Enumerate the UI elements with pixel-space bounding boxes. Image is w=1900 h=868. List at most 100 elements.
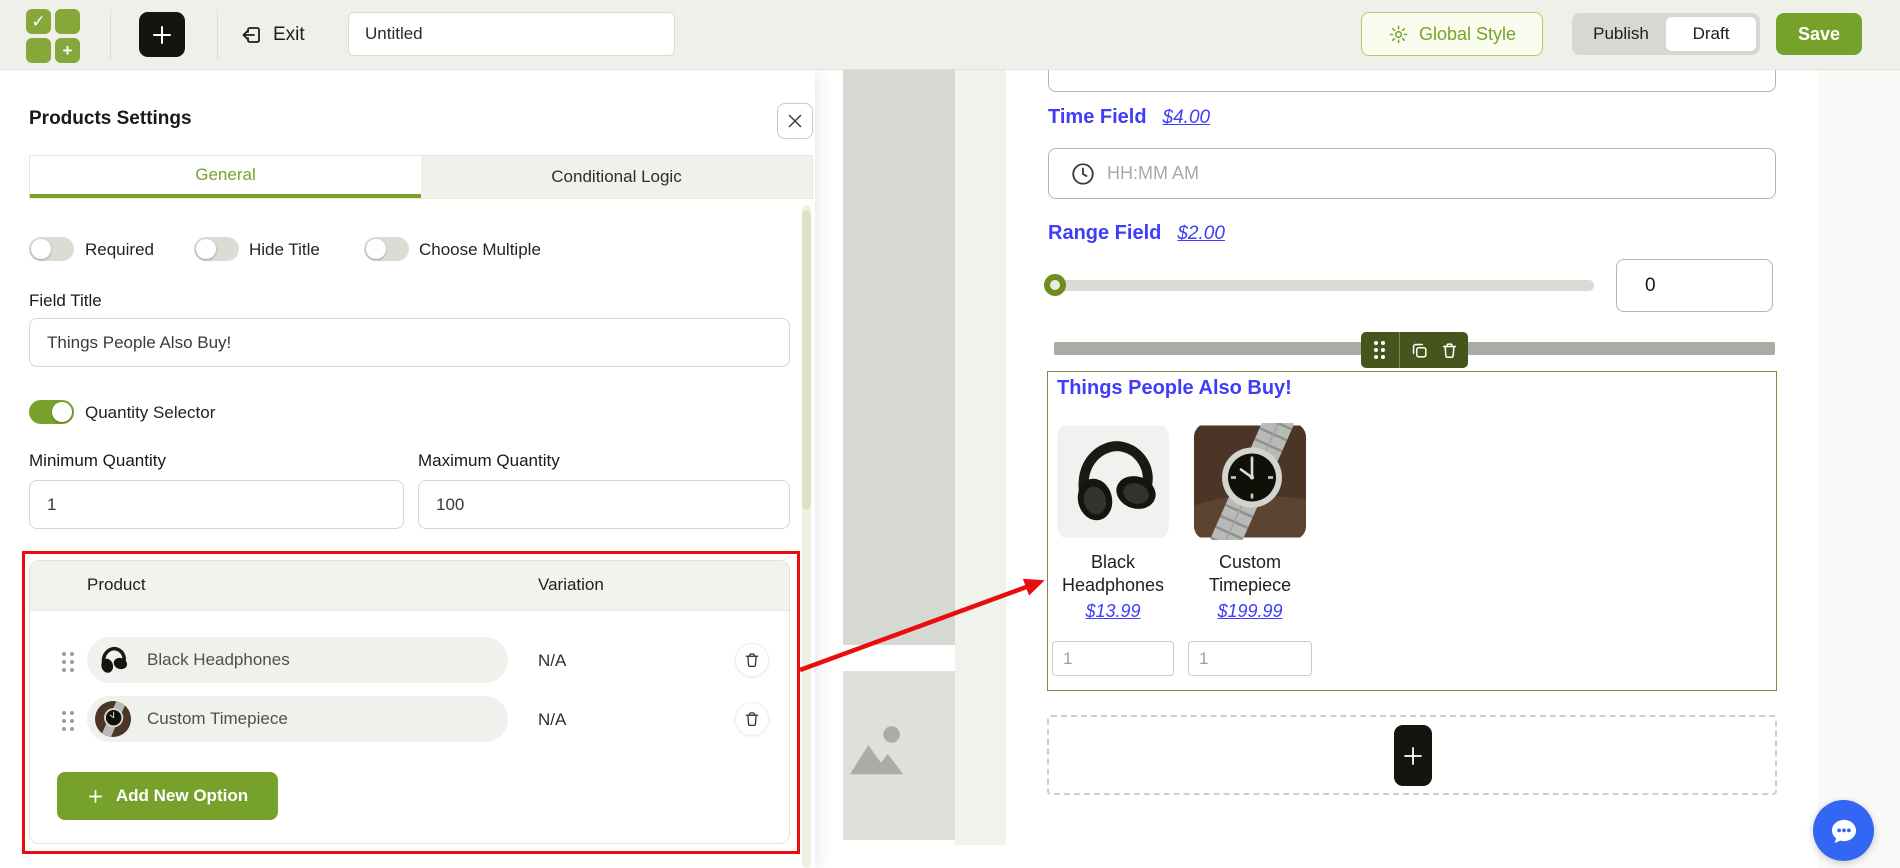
quantity-selector-label: Quantity Selector bbox=[85, 403, 216, 422]
top-bar: ✓ + Exit Global Style Publish bbox=[0, 0, 1900, 70]
product-name: Custom Timepiece bbox=[147, 709, 288, 728]
exit-label: Exit bbox=[273, 24, 305, 45]
product-column-header: Product bbox=[87, 575, 146, 594]
trash-icon bbox=[745, 653, 759, 668]
field-title-label: Field Title bbox=[29, 291, 102, 310]
background-placeholder-block bbox=[843, 70, 955, 645]
global-style-button[interactable]: Global Style bbox=[1361, 12, 1543, 56]
close-button[interactable] bbox=[777, 103, 813, 139]
quantity-selector-toggle[interactable] bbox=[29, 400, 74, 424]
minimum-quantity-input[interactable] bbox=[29, 480, 404, 529]
required-label: Required bbox=[85, 240, 154, 259]
product-quantity-input[interactable] bbox=[1052, 641, 1174, 676]
add-new-option-button[interactable]: Add New Option bbox=[57, 772, 278, 820]
logo-plain-square-1 bbox=[55, 9, 80, 34]
save-label: Save bbox=[1797, 23, 1841, 44]
range-slider-thumb[interactable] bbox=[1044, 274, 1066, 296]
close-icon bbox=[788, 114, 802, 128]
choose-multiple-toggle[interactable] bbox=[364, 237, 409, 261]
tab-conditional-logic[interactable]: Conditional Logic bbox=[421, 156, 812, 198]
add-new-option-label: Add New Option bbox=[115, 786, 249, 805]
plus-glyph: + bbox=[62, 40, 73, 60]
product-name: Black Headphones bbox=[1061, 552, 1165, 595]
maximum-quantity-input[interactable] bbox=[418, 480, 790, 529]
product-image-watch[interactable] bbox=[1194, 423, 1306, 540]
product-image-headphones[interactable] bbox=[1057, 423, 1169, 540]
field-title-input[interactable] bbox=[29, 318, 790, 367]
canvas-right-margin bbox=[1818, 70, 1900, 868]
exit-button[interactable]: Exit bbox=[240, 19, 305, 51]
products-settings-panel: Products Settings General Conditional Lo… bbox=[0, 70, 815, 868]
time-field-label-row: Time Field $4.00 bbox=[1048, 106, 1210, 129]
form-title-input[interactable] bbox=[348, 12, 675, 56]
variation-column-header: Variation bbox=[538, 575, 604, 594]
time-field-input[interactable] bbox=[1048, 148, 1776, 199]
exit-arrow-icon bbox=[242, 27, 260, 43]
range-value-input[interactable] bbox=[1616, 259, 1773, 312]
delete-row-button[interactable] bbox=[735, 702, 769, 736]
check-glyph: ✓ bbox=[31, 11, 46, 31]
publish-draft-switch: Publish Draft bbox=[1572, 13, 1760, 55]
save-button[interactable]: Save bbox=[1776, 13, 1862, 55]
draft-label: Draft bbox=[1692, 24, 1730, 43]
range-field-price: $2.00 bbox=[1177, 223, 1225, 244]
plus-icon bbox=[153, 25, 171, 44]
table-row-product[interactable]: Black Headphones bbox=[87, 637, 508, 683]
topbar-divider bbox=[217, 10, 218, 60]
app-root: ✓ + Exit Global Style Publish bbox=[0, 0, 1900, 868]
tab-general[interactable]: General bbox=[30, 156, 421, 198]
panel-scrollbar-thumb[interactable] bbox=[802, 210, 811, 510]
panel-title: Products Settings bbox=[29, 108, 192, 129]
gear-icon bbox=[1389, 25, 1408, 43]
products-field-title: Things People Also Buy! bbox=[1057, 377, 1292, 399]
previous-field-input-partial[interactable] bbox=[1048, 70, 1776, 92]
product-thumb-headphones bbox=[95, 642, 131, 678]
maximum-quantity-label: Maximum Quantity bbox=[418, 451, 560, 470]
background-placeholder-block bbox=[843, 671, 955, 840]
trash-icon bbox=[745, 712, 759, 727]
publish-label: Publish bbox=[1593, 24, 1649, 43]
plus-icon bbox=[1404, 746, 1422, 765]
time-field-label: Time Field bbox=[1048, 106, 1147, 128]
hide-title-label: Hide Title bbox=[249, 240, 320, 259]
settings-tabs: General Conditional Logic bbox=[29, 155, 813, 199]
chat-widget-button[interactable] bbox=[1813, 800, 1874, 861]
drag-handle-icon[interactable] bbox=[1361, 332, 1399, 368]
hide-title-toggle[interactable] bbox=[194, 237, 239, 261]
row-drag-handle-icon[interactable] bbox=[62, 711, 75, 732]
trash-icon[interactable] bbox=[1440, 341, 1459, 360]
duplicate-icon[interactable] bbox=[1410, 341, 1429, 360]
range-slider-track[interactable] bbox=[1051, 280, 1594, 291]
product-price: $13.99 bbox=[1085, 601, 1141, 621]
image-placeholder-icon bbox=[849, 726, 904, 775]
topbar-divider bbox=[110, 10, 111, 60]
required-toggle[interactable] bbox=[29, 237, 74, 261]
app-logo-icon[interactable]: ✓ + bbox=[26, 9, 82, 63]
table-row-product[interactable]: Custom Timepiece bbox=[87, 696, 508, 742]
tab-general-label: General bbox=[195, 165, 256, 184]
clock-icon bbox=[1070, 161, 1096, 187]
toolbar-actions bbox=[1400, 332, 1468, 368]
add-field-button[interactable] bbox=[1394, 725, 1432, 786]
logo-check-square: ✓ bbox=[26, 9, 51, 34]
chat-bubble-icon bbox=[1831, 819, 1856, 843]
publish-option[interactable]: Publish bbox=[1576, 17, 1666, 51]
global-style-label: Global Style bbox=[1418, 23, 1517, 44]
plus-icon bbox=[88, 789, 102, 803]
field-toolbar bbox=[1361, 332, 1468, 368]
products-table: Product Variation Black Headphones N/A C… bbox=[29, 560, 790, 844]
product-name: Black Headphones bbox=[147, 650, 290, 669]
variation-value: N/A bbox=[538, 651, 567, 670]
product-quantity-input[interactable] bbox=[1188, 641, 1312, 676]
range-field-label-row: Range Field $2.00 bbox=[1048, 222, 1225, 245]
products-table-header: Product Variation bbox=[30, 561, 789, 611]
delete-row-button[interactable] bbox=[735, 643, 769, 677]
time-field-price: $4.00 bbox=[1162, 107, 1211, 128]
draft-option[interactable]: Draft bbox=[1666, 17, 1756, 51]
logo-plus-square: + bbox=[55, 38, 80, 63]
add-new-form-button[interactable] bbox=[139, 12, 185, 57]
minimum-quantity-label: Minimum Quantity bbox=[29, 451, 166, 470]
row-drag-handle-icon[interactable] bbox=[62, 652, 75, 673]
logo-plain-square-2 bbox=[26, 38, 51, 63]
range-field-label: Range Field bbox=[1048, 222, 1162, 244]
